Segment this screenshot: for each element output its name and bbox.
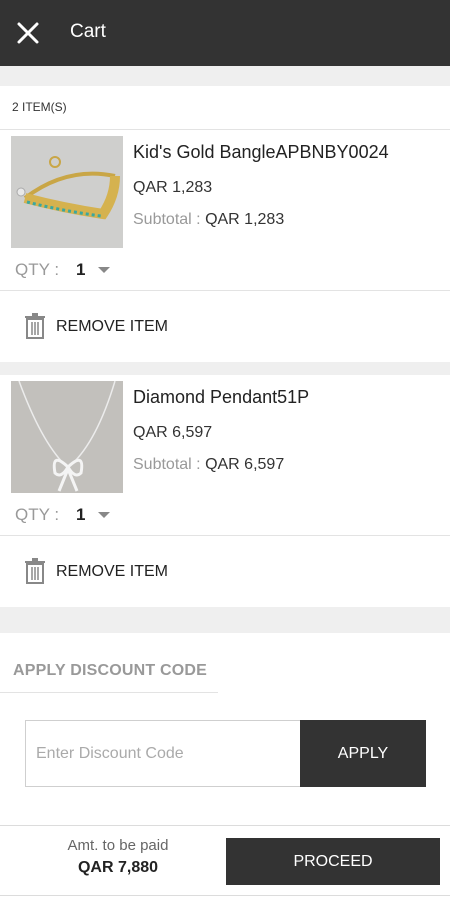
- remove-item-label: REMOVE ITEM: [56, 318, 169, 335]
- chevron-down-icon[interactable]: [98, 512, 110, 518]
- cart-item: Kid's Gold BangleAPBNBY0024 QAR 1,283 Su…: [0, 130, 450, 362]
- qty-selector[interactable]: 1: [76, 260, 85, 280]
- trash-icon: [25, 313, 45, 339]
- qty-label: QTY :: [15, 505, 60, 524]
- trash-icon: [25, 558, 45, 584]
- qty-selector[interactable]: 1: [76, 505, 85, 525]
- checkout-footer: Amt. to be paid QAR 7,880 PROCEED: [0, 825, 450, 896]
- subtotal-value: QAR 1,283: [205, 211, 285, 228]
- apply-button[interactable]: APPLY: [300, 720, 426, 787]
- item-count-bar: 2 ITEM(S): [0, 86, 450, 130]
- divider: [0, 692, 218, 693]
- chevron-down-icon[interactable]: [98, 267, 110, 273]
- qty-label: QTY :: [15, 260, 60, 279]
- item-subtotal: Subtotal : QAR 6,597: [133, 456, 284, 474]
- amount-value: QAR 7,880: [77, 859, 159, 876]
- item-name[interactable]: Kid's Gold BangleAPBNBY0024: [133, 142, 389, 163]
- item-name[interactable]: Diamond Pendant51P: [133, 387, 309, 408]
- item-price: QAR 1,283: [133, 179, 213, 196]
- subtotal-label: Subtotal :: [133, 211, 201, 228]
- remove-item-button[interactable]: REMOVE ITEM: [0, 291, 450, 361]
- remove-item-button[interactable]: REMOVE ITEM: [0, 536, 450, 606]
- close-icon[interactable]: [14, 19, 42, 47]
- page-title: Cart: [70, 21, 106, 42]
- bangle-image[interactable]: [11, 136, 123, 248]
- item-count: 2 ITEM(S): [12, 100, 67, 114]
- amount-label: Amt. to be paid: [67, 837, 169, 854]
- remove-item-label: REMOVE ITEM: [56, 563, 169, 580]
- item-subtotal: Subtotal : QAR 1,283: [133, 211, 284, 229]
- proceed-button[interactable]: PROCEED: [226, 838, 440, 885]
- discount-heading[interactable]: APPLY DISCOUNT CODE: [13, 662, 207, 680]
- discount-code-input[interactable]: [25, 720, 301, 787]
- cart-item: Diamond Pendant51P QAR 6,597 Subtotal : …: [0, 375, 450, 607]
- item-price: QAR 6,597: [133, 424, 213, 441]
- pendant-image[interactable]: [11, 381, 123, 493]
- app-bar: Cart: [0, 0, 450, 66]
- subtotal-label: Subtotal :: [133, 456, 201, 473]
- subtotal-value: QAR 6,597: [205, 456, 285, 473]
